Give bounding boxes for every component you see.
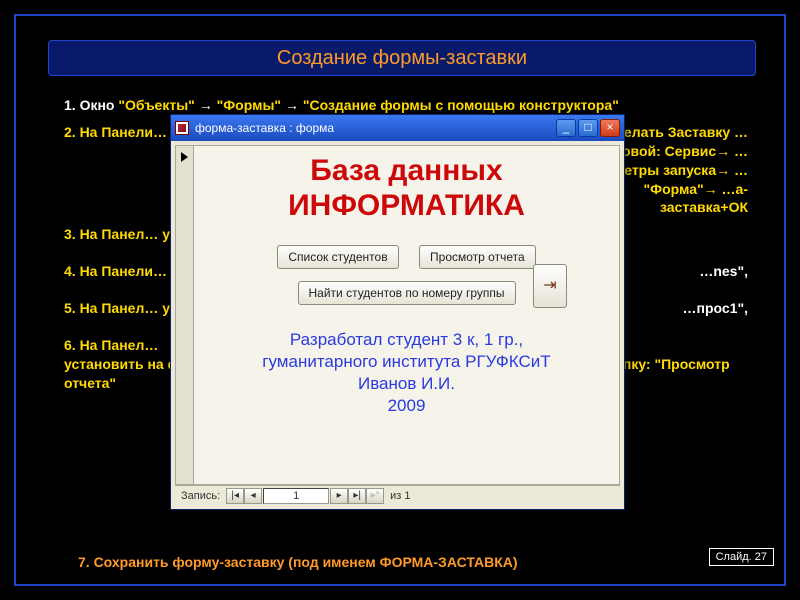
arrow: →	[199, 97, 217, 113]
form-window: форма-заставка : форма _ □ × База данных…	[170, 114, 625, 510]
credit-l4: 2009	[388, 396, 426, 415]
maximize-button[interactable]: □	[578, 119, 598, 137]
form-client-area: База данных ИНФОРМАТИКА Список студентов…	[175, 145, 620, 485]
view-report-button[interactable]: Просмотр отчета	[419, 245, 536, 269]
app-icon	[175, 121, 189, 135]
credit-block: Разработал студент 3 к, 1 гр., гуманитар…	[194, 329, 619, 417]
nav-next-button[interactable]: ▸	[330, 488, 348, 504]
step5-right: …прос1",	[683, 299, 748, 318]
nav-first-button[interactable]: |◂	[226, 488, 244, 504]
nav-current-record[interactable]: 1	[263, 488, 329, 504]
slide-number: Слайд. 27	[709, 548, 774, 566]
step7: 7. Сохранить форму-заставку (под именем …	[78, 554, 638, 570]
record-selector[interactable]	[176, 146, 194, 484]
credit-l3: Иванов И.И.	[358, 374, 455, 393]
step1-create: "Создание формы с помощью конструктора"	[303, 97, 619, 113]
exit-button[interactable]: ⇥	[533, 264, 567, 308]
nav-prev-button[interactable]: ◂	[244, 488, 262, 504]
nav-of-label: из 1	[384, 490, 416, 502]
form-content: База данных ИНФОРМАТИКА Список студентов…	[194, 146, 619, 484]
heading-line1: База данных	[310, 154, 502, 187]
step1-forms: "Формы"	[217, 97, 281, 113]
nav-new-button[interactable]: ▸*	[366, 488, 384, 504]
students-list-button[interactable]: Список студентов	[277, 245, 398, 269]
step6-a: 6. На Панел…	[64, 337, 158, 353]
minimize-button[interactable]: _	[556, 119, 576, 137]
form-heading: База данных ИНФОРМАТИКА	[194, 154, 619, 223]
arrow: →	[285, 97, 303, 113]
step1-objects: "Объекты"	[118, 97, 194, 113]
credit-l1: Разработал студент 3 к, 1 гр.,	[290, 330, 523, 349]
find-students-button[interactable]: Найти студентов по номеру группы	[298, 281, 516, 305]
nav-last-button[interactable]: ▸|	[348, 488, 366, 504]
credit-l2: гуманитарного института РГУФКСиТ	[262, 352, 550, 371]
nav-label: Запись:	[175, 490, 226, 502]
record-navigator: Запись: |◂ ◂ 1 ▸ ▸| ▸* из 1	[175, 485, 620, 505]
heading-line2: ИНФОРМАТИКА	[288, 189, 525, 222]
window-titlebar[interactable]: форма-заставка : форма _ □ ×	[171, 115, 624, 141]
slide-title: Создание формы-заставки	[48, 40, 756, 76]
step4-right: …nes",	[699, 262, 748, 281]
close-button[interactable]: ×	[600, 119, 620, 137]
window-title-text: форма-заставка : форма	[195, 121, 334, 135]
step1-prefix: 1. Окно	[64, 97, 118, 113]
